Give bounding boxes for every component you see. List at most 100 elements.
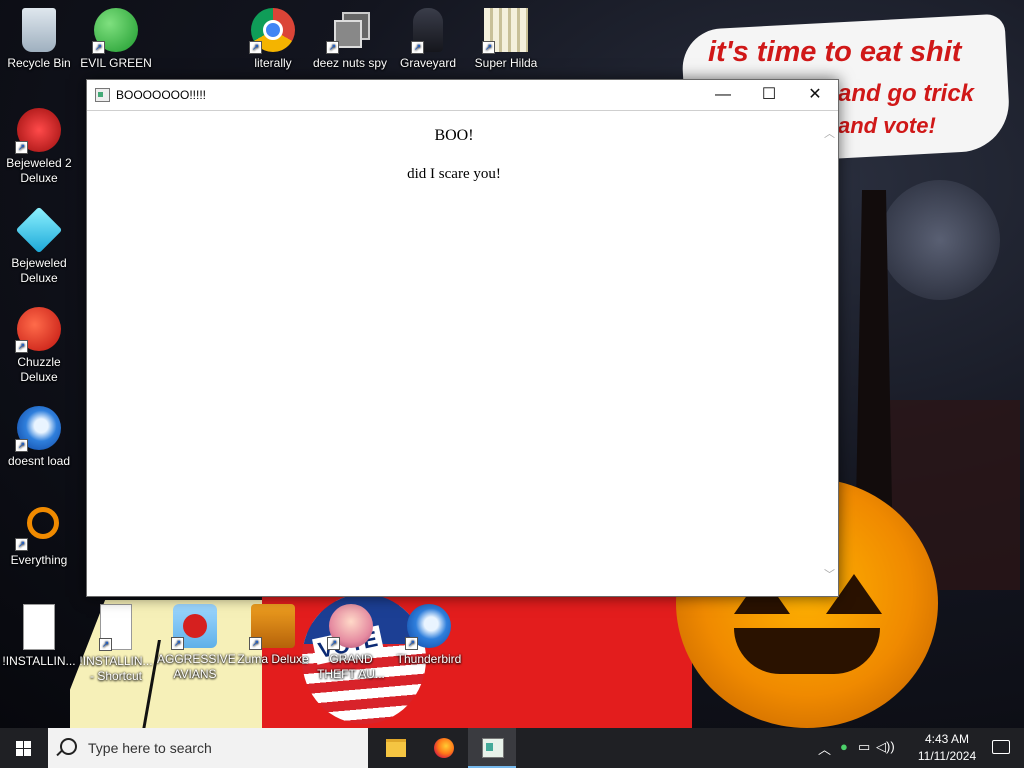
window-title: BOOOOOOO!!!!! xyxy=(116,88,207,102)
desktop-icon-thunderbird[interactable]: ↗ Thunderbird xyxy=(391,604,467,667)
taskbar-clock[interactable]: 4:43 AM 11/11/2024 xyxy=(912,731,982,765)
thunderbird-icon: ↗ xyxy=(405,604,451,650)
desktop-icon-everything[interactable]: ↗ Everything xyxy=(1,505,77,568)
page-heading: BOO! xyxy=(434,127,474,144)
shortcut-arrow-icon: ↗ xyxy=(249,41,262,54)
clock-date: 11/11/2024 xyxy=(917,749,977,763)
desktop-icon-label: Everything xyxy=(10,553,68,567)
desktop-icon-label: literally xyxy=(254,56,292,70)
desktop-icon-label: Super Hilda xyxy=(474,56,538,70)
desktop-icon-literally[interactable]: ↗ literally xyxy=(235,8,311,71)
system-tray: ︿ ● ▭ ◁)) 4:43 AM 11/11/2024 xyxy=(804,728,1024,768)
shortcut-arrow-icon: ↗ xyxy=(92,41,105,54)
desktop-icon-label: GRAND THEFT AU... xyxy=(317,652,385,681)
desktop-icon-doesnt-load[interactable]: ↗ doesnt load xyxy=(1,406,77,469)
green-people-icon: ↗ xyxy=(92,8,138,54)
desktop-icon-label: AGGRESSIVE AVIANS xyxy=(157,652,236,681)
chevron-up-icon[interactable]: ︿ xyxy=(818,739,831,758)
clock-time: 4:43 AM xyxy=(924,732,970,746)
desktop-icon-evil-green-men[interactable]: ↗ EVIL GREEN MEN CO xyxy=(78,8,154,71)
angry-bird-icon: ↗ xyxy=(171,604,217,650)
desktop-icon-label: Thunderbird xyxy=(396,652,462,666)
shortcut-arrow-icon: ↗ xyxy=(411,41,424,54)
text-file-icon xyxy=(23,604,55,650)
desktop-icon-label: Chuzzle Deluxe xyxy=(17,355,61,384)
shortcut-arrow-icon: ↗ xyxy=(15,538,28,551)
pixel-cat-icon: ↗ xyxy=(482,8,528,54)
start-button[interactable] xyxy=(0,728,48,768)
search-placeholder: Type here to search xyxy=(88,740,212,756)
shortcut-arrow-icon: ↗ xyxy=(249,637,262,650)
shortcut-arrow-icon: ↗ xyxy=(15,340,28,353)
desktop-icon-label: Bejeweled 2 Deluxe xyxy=(6,156,72,185)
desktop-icon-bejeweled-2[interactable]: ↗ Bejeweled 2 Deluxe xyxy=(1,108,77,186)
shortcut-arrow-icon: ↗ xyxy=(326,41,339,54)
scroll-down-icon[interactable]: ﹀ xyxy=(824,566,835,582)
volume-icon[interactable]: ◁)) xyxy=(876,739,895,755)
shortcut-arrow-icon: ↗ xyxy=(99,638,112,651)
wallpaper-moon xyxy=(880,180,1000,300)
pumpkin-mouth xyxy=(734,628,880,674)
windows-logo-icon xyxy=(16,741,23,748)
shortcut-arrow-icon: ↗ xyxy=(15,439,28,452)
shortcut-arrow-icon: ↗ xyxy=(482,41,495,54)
boo-window[interactable]: BOOOOOOO!!!!! — ☐ ✕ BOO! did I scare you… xyxy=(86,79,839,597)
desktop-icon-grand-theft-auto[interactable]: ↗ GRAND THEFT AU... xyxy=(313,604,389,682)
sticker-line-3: and vote! xyxy=(838,113,936,138)
vertical-scrollbar[interactable]: ︿ ﹀ xyxy=(821,111,838,596)
taskbar-search-box[interactable]: Type here to search xyxy=(48,728,368,768)
recycle-bin-icon xyxy=(22,8,56,52)
shortcut-arrow-icon: ↗ xyxy=(171,637,184,650)
desktop-icon-label: Zuma Deluxe xyxy=(237,652,309,666)
firefox-icon xyxy=(434,738,454,758)
taskbar: Type here to search ︿ ● ▭ ◁)) 4:43 AM 11… xyxy=(0,728,1024,768)
anime-girl-icon: ↗ xyxy=(327,604,373,650)
diamond-icon xyxy=(15,206,63,254)
desktop-icon-label: Recycle Bin xyxy=(7,56,71,70)
taskbar-file-explorer[interactable] xyxy=(372,728,420,768)
boo-window-app-icon xyxy=(482,738,504,758)
taskbar-boo-window[interactable] xyxy=(468,728,516,768)
desktop-icon-aggressive-avians[interactable]: ↗ AGGRESSIVE AVIANS xyxy=(157,604,236,682)
text-file-icon: ↗ xyxy=(99,604,132,651)
people-tray-icon[interactable]: ● xyxy=(840,739,848,754)
search-icon xyxy=(60,738,77,755)
desktop-icon-label: deez nuts spy xyxy=(312,56,388,70)
taskbar-firefox[interactable] xyxy=(420,728,468,768)
notification-icon[interactable] xyxy=(992,740,1010,754)
minimize-button[interactable]: — xyxy=(700,80,746,110)
window-app-icon xyxy=(95,88,110,102)
maximize-button[interactable]: ☐ xyxy=(746,80,792,110)
bejeweled2-icon: ↗ xyxy=(15,108,61,154)
chuzzle-icon: ↗ xyxy=(15,307,61,353)
desktop[interactable]: it's time to eat shit and go trick and v… xyxy=(0,0,1024,728)
desktop-icon-label: EVIL GREEN MEN CO xyxy=(80,56,152,70)
desktop-icon-installing[interactable]: !INSTALLIN... xyxy=(1,604,77,669)
desktop-icon-label: Bejeweled Deluxe xyxy=(11,256,67,285)
thunderbird-icon: ↗ xyxy=(15,406,61,452)
desktop-icon-label: !INSTALLIN... - Shortcut xyxy=(79,654,153,683)
shortcut-arrow-icon: ↗ xyxy=(15,141,28,154)
desktop-icon-deez-nuts-spy[interactable]: ↗ deez nuts spy xyxy=(312,8,388,71)
desktop-icon-zuma-deluxe[interactable]: ↗ Zuma Deluxe xyxy=(235,604,311,667)
desktop-icon-chuzzle[interactable]: ↗ Chuzzle Deluxe xyxy=(1,307,77,385)
desktop-icon-label: !INSTALLIN... xyxy=(2,654,76,668)
network-icon[interactable]: ▭ xyxy=(858,739,870,755)
shortcut-arrow-icon: ↗ xyxy=(327,637,340,650)
desktop-icon-label: doesnt load xyxy=(7,454,71,468)
close-button[interactable]: ✕ xyxy=(792,80,838,110)
window-stack-icon: ↗ xyxy=(326,8,372,54)
desktop-icon-graveyard[interactable]: ↗ Graveyard Party S... xyxy=(390,8,466,71)
window-titlebar[interactable]: BOOOOOOO!!!!! — ☐ ✕ xyxy=(87,80,838,111)
desktop-icon-recycle-bin[interactable]: Recycle Bin xyxy=(1,8,77,71)
desktop-icon-bejeweled[interactable]: Bejeweled Deluxe xyxy=(1,206,77,286)
scroll-up-icon[interactable]: ︿ xyxy=(824,125,835,141)
chrome-icon: ↗ xyxy=(249,8,295,54)
sticker-line-1: it's time to eat shit xyxy=(708,36,962,68)
desktop-icon-super-hilda[interactable]: ↗ Super Hilda xyxy=(468,8,544,71)
zuma-icon: ↗ xyxy=(249,604,295,650)
desktop-icon-installing-shortcut[interactable]: ↗ !INSTALLIN... - Shortcut xyxy=(78,604,154,684)
window-content: BOO! did I scare you! ︿ ﹀ xyxy=(87,111,838,596)
everything-search-icon: ↗ xyxy=(15,505,61,551)
file-explorer-icon xyxy=(386,739,406,757)
